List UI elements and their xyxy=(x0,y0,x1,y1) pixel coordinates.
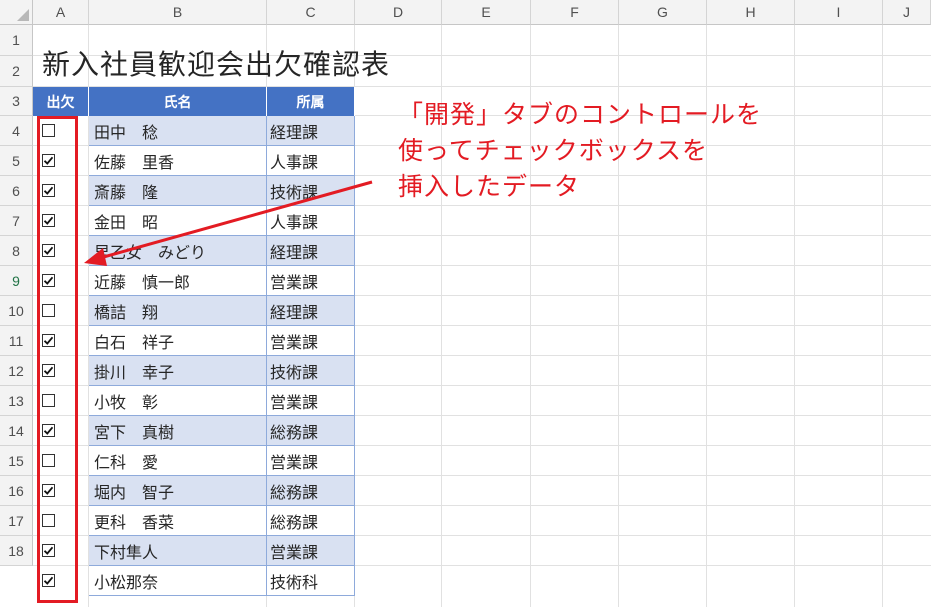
annotation-line: 使ってチェックボックスを xyxy=(398,136,709,165)
annotation-line: 「開発」タブのコントロールを xyxy=(398,100,763,129)
annotation-line: 挿入したデータ xyxy=(398,172,581,201)
annotation-text: 「開発」タブのコントロールを 使ってチェックボックスを 挿入したデータ xyxy=(398,97,762,205)
spreadsheet: ABCDEFGHIJ 1 2 3 4 5 6 7 8 9 10 11 12 13 14 15 16 17 18 新… xyxy=(0,0,931,607)
callout-arrow xyxy=(84,180,373,266)
